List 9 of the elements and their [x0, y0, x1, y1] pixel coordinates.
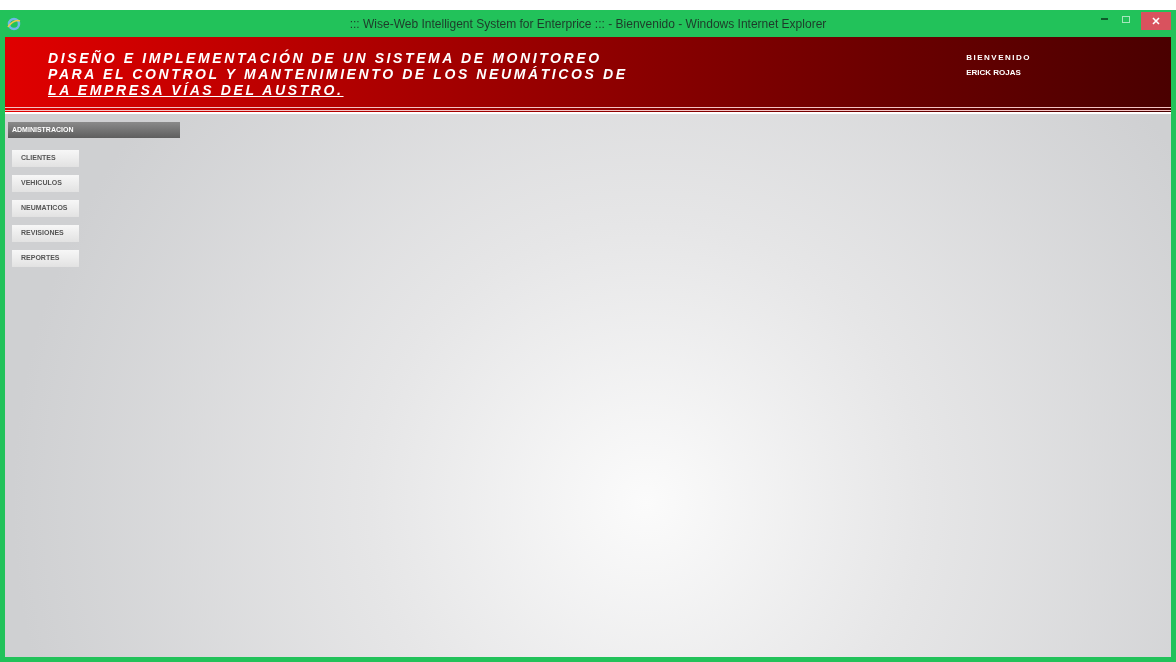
greeting-text: BIENVENIDO	[966, 52, 1031, 64]
header-title: PARA EL CONTROL Y MANTENIMIENTO DE LOS NEUMÁTICOS DE	[48, 66, 628, 82]
header-title: DISEÑO E IMPLEMENTACIÓN DE UN SISTEMA DE MONITOREO	[48, 50, 603, 66]
browser-icon	[7, 16, 21, 31]
header-title: LA EMPRESA VÍAS DEL AUSTRO.	[48, 82, 345, 98]
user-name: ERICK ROJAS	[966, 67, 1022, 79]
close-icon	[1152, 17, 1160, 25]
window-title: ::: Wise-Web Intelligent System for Enterprice ::: - Bienvenido - Windows Internet Explorer	[349, 15, 827, 33]
close-button[interactable]	[1141, 12, 1171, 30]
